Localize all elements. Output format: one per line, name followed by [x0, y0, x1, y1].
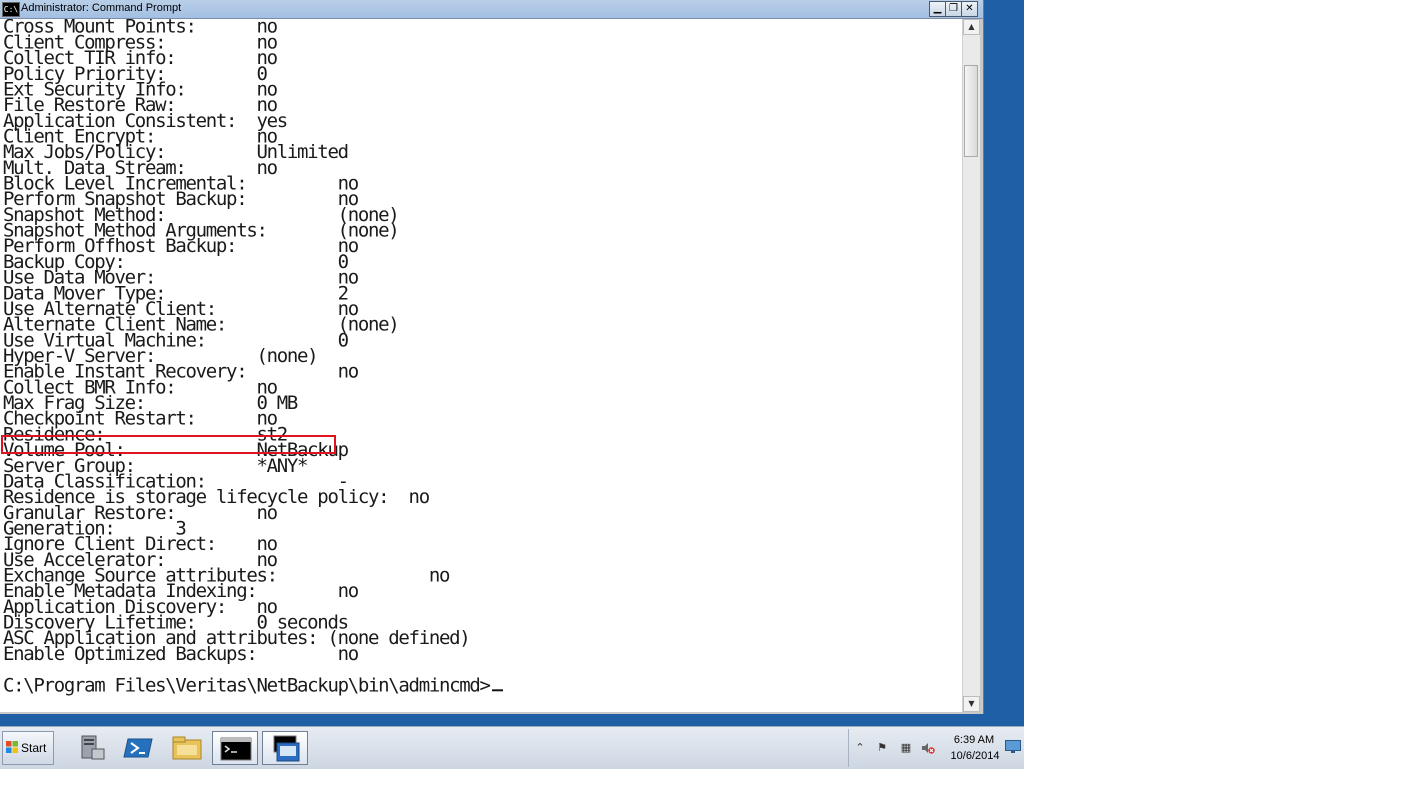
scroll-up-button[interactable]: ▲: [963, 19, 980, 35]
action-center-flag-icon[interactable]: ⚑: [875, 741, 889, 755]
taskbar-command-prompt[interactable]: [212, 731, 258, 765]
console-output[interactable]: Cross Mount Points: no Client Compress: n…: [0, 19, 962, 712]
show-desktop-icon[interactable]: [1005, 740, 1021, 754]
maximize-icon: ❐: [949, 3, 958, 14]
chevron-up-icon[interactable]: ⌃: [853, 741, 867, 755]
text-cursor: [491, 689, 503, 692]
maximize-button[interactable]: ❐: [945, 1, 962, 17]
network-icon[interactable]: ▦: [899, 741, 913, 755]
command-prompt-window[interactable]: C:\ Administrator: Command Prompt ▁ ❐ ✕ …: [0, 0, 984, 714]
taskbar: Start ⌃ ⚑ ▦ 6:39 AM 10/6/2014: [0, 726, 1024, 769]
start-label: Start: [21, 741, 47, 755]
windows-logo-icon: [6, 741, 18, 753]
minimize-button[interactable]: ▁: [929, 1, 946, 17]
clock-date[interactable]: 10/6/2014: [947, 750, 1003, 762]
scroll-thumb[interactable]: [964, 65, 978, 157]
taskbar-server-manager[interactable]: [70, 731, 116, 765]
taskbar-console-window[interactable]: [262, 731, 308, 765]
taskbar-explorer[interactable]: [164, 731, 210, 765]
minimize-icon: ▁: [933, 3, 942, 14]
taskbar-powershell[interactable]: [116, 731, 162, 765]
window-title: Administrator: Command Prompt: [21, 2, 182, 14]
system-tray: ⌃ ⚑ ▦ 6:39 AM 10/6/2014: [848, 729, 1025, 767]
residence-highlight-box: [1, 435, 336, 454]
close-icon: ✕: [965, 3, 974, 14]
server-manager-icon: [81, 735, 105, 760]
cmd-window-icon[interactable]: C:\: [2, 2, 20, 17]
close-button[interactable]: ✕: [961, 1, 978, 17]
volume-muted-icon[interactable]: [921, 741, 935, 755]
clock-time[interactable]: 6:39 AM: [949, 734, 999, 746]
console-window-icon: [273, 735, 300, 762]
cmd-icon: [220, 737, 252, 761]
explorer-icon: [172, 736, 202, 760]
arrow-down-icon: ▼: [968, 699, 975, 708]
scroll-down-button[interactable]: ▼: [963, 696, 980, 712]
console-text: Cross Mount Points: no Client Compress: n…: [3, 19, 503, 695]
arrow-up-icon: ▲: [968, 22, 975, 31]
start-button[interactable]: Start: [2, 731, 54, 765]
console-line: C:\Program Files\Veritas\NetBackup\bin\a…: [3, 676, 503, 695]
title-bar[interactable]: C:\ Administrator: Command Prompt ▁ ❐ ✕: [0, 0, 983, 19]
vertical-scrollbar[interactable]: ▲ ▼: [962, 19, 980, 712]
powershell-icon: [123, 738, 153, 758]
